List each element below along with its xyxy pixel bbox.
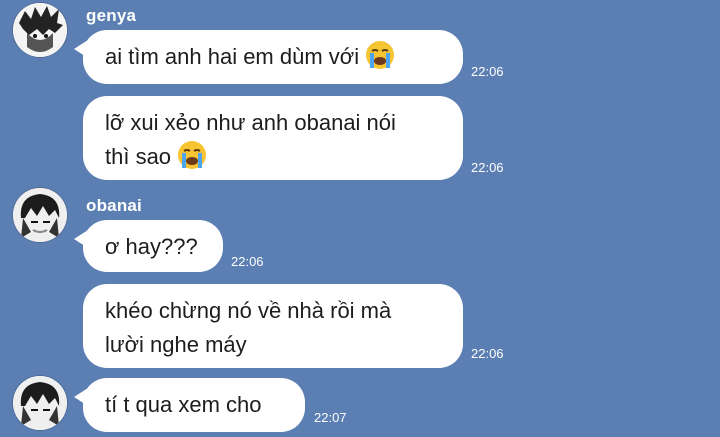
- timestamp-5: 22:07: [314, 410, 347, 425]
- message-bubble-1[interactable]: ai tìm anh hai em dùm với: [74, 30, 463, 84]
- message-bubble-4[interactable]: khéo chừng nó về nhà rồi mà lười nghe má…: [83, 284, 463, 368]
- timestamp-1: 22:06: [471, 64, 504, 79]
- sender-name-genya: genya: [86, 6, 137, 25]
- message-text-1: ai tìm anh hai em dùm với: [105, 44, 360, 69]
- message-text-4-line-2: lười nghe máy: [105, 332, 247, 357]
- genya-avatar-image: [13, 3, 67, 57]
- timestamp-4: 22:06: [471, 346, 504, 361]
- timestamp-3: 22:06: [231, 254, 264, 269]
- loudly-crying-face-icon: [177, 140, 207, 180]
- message-text-5: tí t qua xem cho: [105, 392, 262, 417]
- avatar-genya[interactable]: [13, 3, 67, 57]
- message-bubble-5[interactable]: tí t qua xem cho: [74, 378, 305, 432]
- message-text-2-line-1: lỡ xui xẻo như anh obanai nói: [105, 110, 396, 135]
- message-bubble-2[interactable]: lỡ xui xẻo như anh obanai nói thì sao: [83, 96, 463, 180]
- timestamp-2: 22:06: [471, 160, 504, 175]
- obanai-avatar-image: [13, 376, 67, 430]
- message-text-2-line-2: thì sao: [105, 144, 172, 169]
- avatar-obanai[interactable]: [13, 188, 67, 242]
- message-bubble-3[interactable]: ơ hay???: [74, 220, 223, 272]
- message-text-3: ơ hay???: [105, 234, 198, 259]
- sender-name-obanai: obanai: [86, 196, 142, 215]
- obanai-avatar-image: [13, 188, 67, 242]
- avatar-obanai-2[interactable]: [13, 376, 67, 430]
- message-text-4-line-1: khéo chừng nó về nhà rồi mà: [105, 298, 392, 323]
- loudly-crying-face-icon: [365, 40, 395, 80]
